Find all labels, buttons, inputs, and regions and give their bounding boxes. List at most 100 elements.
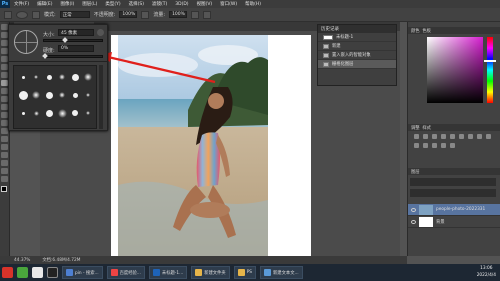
channel-mixer-icon[interactable] [414, 143, 419, 148]
quick-select-tool-icon[interactable] [1, 48, 8, 54]
type-tool-icon[interactable] [1, 144, 8, 150]
pressure-size-icon[interactable] [203, 10, 212, 19]
tab-adjustments[interactable]: 调整 样式 [408, 124, 500, 131]
app-icon-red[interactable] [2, 267, 13, 278]
tab-styles-label[interactable]: 样式 [422, 125, 431, 131]
gradient-tool-icon[interactable] [1, 112, 8, 118]
brush-preset-item[interactable] [46, 74, 52, 80]
taskbar-button[interactable]: 新建文件夹 [191, 266, 230, 279]
menu-type[interactable]: 类型(Y) [101, 1, 124, 7]
hand-tool-icon[interactable] [1, 168, 8, 174]
qq-icon[interactable] [47, 267, 58, 278]
brush-preset-item[interactable] [33, 110, 39, 116]
brush-preset-item[interactable] [72, 92, 78, 98]
invert-icon[interactable] [423, 143, 428, 148]
brush-list-scrollbar[interactable] [99, 65, 103, 129]
airbrush-icon[interactable] [191, 10, 200, 19]
photo-filter-icon[interactable] [486, 134, 491, 139]
history-snapshot[interactable]: 未标题-1 [318, 33, 396, 42]
vibrance-icon[interactable] [450, 134, 455, 139]
lasso-tool-icon[interactable] [1, 40, 8, 46]
color-swatches[interactable] [0, 186, 9, 200]
brush-preset-list[interactable] [13, 65, 97, 129]
brush-tool-icon[interactable] [4, 10, 12, 19]
black-white-icon[interactable] [477, 134, 482, 139]
brush-preset-item[interactable] [86, 111, 90, 115]
menu-select[interactable]: 选择(S) [125, 1, 148, 7]
history-item-selected[interactable]: 栅格化图层 [318, 60, 396, 69]
brush-preset-item[interactable] [84, 73, 92, 81]
menu-layer[interactable]: 图层(L) [78, 1, 101, 7]
brush-preset-item[interactable] [18, 90, 28, 100]
color-balance-icon[interactable] [468, 134, 473, 139]
tab-color[interactable]: 颜色 色板 [408, 27, 500, 34]
menu-3d[interactable]: 3D(D) [171, 2, 192, 7]
brush-preset-item[interactable] [45, 91, 53, 99]
brush-preset-item[interactable] [21, 111, 25, 115]
levels-icon[interactable] [423, 134, 428, 139]
eraser-tool-icon[interactable] [1, 104, 8, 110]
curves-icon[interactable] [432, 134, 437, 139]
brush-preset-item[interactable] [71, 73, 79, 81]
dodge-tool-icon[interactable] [1, 128, 8, 134]
brush-preset-item[interactable] [59, 92, 65, 98]
color-picker-field[interactable] [427, 37, 483, 103]
brush-preset-item[interactable] [45, 109, 53, 117]
move-tool-icon[interactable] [1, 24, 8, 30]
brush-preset-item[interactable] [32, 91, 40, 99]
app-icon-white[interactable] [32, 267, 43, 278]
opacity-field[interactable]: 100% [119, 11, 138, 18]
flow-field[interactable]: 100% [169, 11, 188, 18]
hue-slider[interactable] [487, 37, 493, 103]
taskbar-button[interactable]: 未标题-1... [148, 266, 188, 279]
pressure-opacity-icon[interactable] [141, 10, 150, 19]
mode-select[interactable]: 正常 [59, 11, 90, 18]
menu-filter[interactable]: 滤镜(T) [148, 1, 171, 7]
hue-slider-knob[interactable] [484, 60, 496, 62]
brush-preset-item[interactable] [34, 75, 38, 79]
tab-layers[interactable]: 图层 [408, 168, 500, 175]
foreground-color[interactable] [1, 186, 7, 192]
shape-tool-icon[interactable] [1, 160, 8, 166]
brush-preset-picker[interactable] [16, 10, 28, 19]
size-field[interactable]: 45 像素 [58, 29, 94, 36]
history-item[interactable]: 置入嵌入的智能对象 [318, 51, 396, 60]
brush-preset-item[interactable] [57, 108, 67, 118]
size-slider[interactable] [43, 39, 103, 42]
taskbar-button[interactable]: 百度经验... [106, 266, 145, 279]
layer-row[interactable]: 背景 [408, 216, 500, 228]
history-brush-tool-icon[interactable] [1, 96, 8, 102]
layer-row[interactable]: people-photo-2022331 [408, 204, 500, 216]
menu-edit[interactable]: 编辑(E) [33, 1, 56, 7]
menu-window[interactable]: 窗口(W) [216, 1, 241, 7]
settings-gear-icon[interactable] [97, 29, 104, 36]
tab-swatches-label[interactable]: 色板 [422, 28, 431, 34]
pen-tool-icon[interactable] [1, 136, 8, 142]
taskbar-button[interactable]: 新建文本文... [260, 266, 303, 279]
hardness-field[interactable]: 0% [58, 45, 94, 52]
crop-tool-icon[interactable] [1, 56, 8, 62]
brush-preset-item[interactable] [86, 93, 90, 97]
exposure-icon[interactable] [441, 134, 446, 139]
menu-help[interactable]: 帮助(H) [241, 1, 265, 7]
menu-view[interactable]: 视图(V) [193, 1, 217, 7]
eye-icon[interactable] [411, 219, 416, 224]
posterize-icon[interactable] [432, 143, 437, 148]
brush-angle-preview[interactable] [14, 30, 38, 54]
threshold-icon[interactable] [441, 143, 446, 148]
blend-mode-bar[interactable] [410, 189, 496, 197]
path-select-tool-icon[interactable] [1, 152, 8, 158]
history-item[interactable]: 新建 [318, 42, 396, 51]
hardness-slider[interactable] [43, 55, 103, 58]
history-panel-title[interactable]: 历史记录 [318, 25, 396, 33]
eye-icon[interactable] [411, 207, 416, 212]
layer-filter-bar[interactable] [410, 178, 496, 186]
hue-saturation-icon[interactable] [459, 134, 464, 139]
gradient-map-icon[interactable] [450, 143, 455, 148]
zoom-tool-icon[interactable] [1, 176, 8, 182]
menu-file[interactable]: 文件(F) [10, 1, 33, 7]
brush-tool-icon[interactable] [1, 80, 8, 86]
zoom-level[interactable]: 44.37% [14, 258, 30, 263]
taskbar-button[interactable]: PS [233, 266, 257, 279]
app-icon-green[interactable] [17, 267, 28, 278]
